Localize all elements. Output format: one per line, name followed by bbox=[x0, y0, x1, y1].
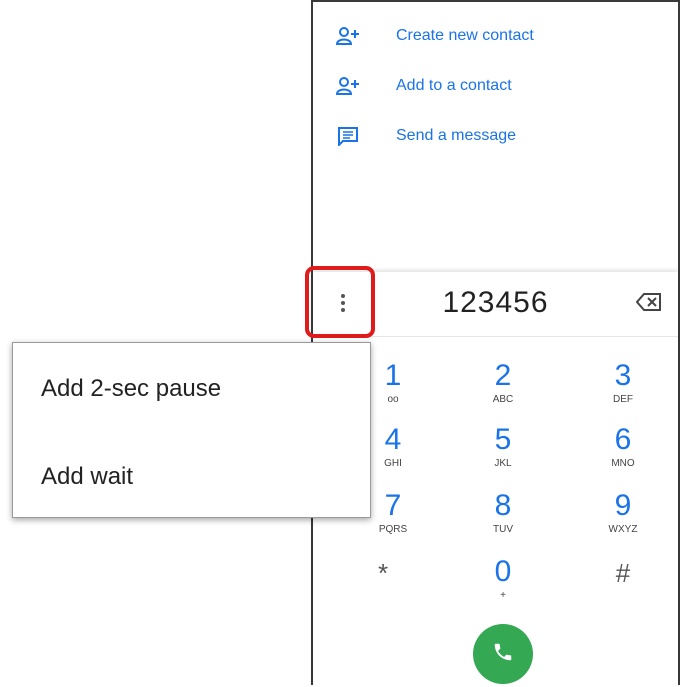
key-hash[interactable]: # bbox=[583, 556, 663, 618]
key-letters: DEF bbox=[613, 394, 633, 405]
key-symbol: # bbox=[615, 558, 631, 588]
key-8[interactable]: 8 TUV bbox=[463, 490, 543, 552]
add-to-contact-label: Add to a contact bbox=[396, 77, 512, 94]
key-6[interactable]: 6 MNO bbox=[583, 424, 663, 486]
create-new-contact-option[interactable]: Create new contact bbox=[335, 21, 534, 51]
phone-icon bbox=[492, 641, 514, 668]
key-letters: TUV bbox=[493, 524, 513, 535]
send-message-option[interactable]: Send a message bbox=[335, 121, 516, 151]
key-5[interactable]: 5 JKL bbox=[463, 424, 543, 486]
key-digit: 2 bbox=[494, 359, 512, 392]
key-digit: 8 bbox=[494, 489, 512, 522]
backspace-icon[interactable] bbox=[635, 292, 664, 314]
key-digit: 6 bbox=[614, 423, 632, 456]
key-digit: 9 bbox=[614, 489, 632, 522]
add-person-icon bbox=[335, 75, 361, 97]
key-9[interactable]: 9 WXYZ bbox=[583, 490, 663, 552]
message-icon bbox=[335, 125, 361, 147]
send-message-label: Send a message bbox=[396, 127, 517, 144]
overflow-popup-menu: Add 2-sec pause Add wait bbox=[12, 342, 371, 518]
key-letters: ABC bbox=[492, 394, 514, 405]
create-new-contact-label: Create new contact bbox=[396, 27, 534, 44]
key-3[interactable]: 3 DEF bbox=[583, 360, 663, 422]
key-letters: MNO bbox=[611, 458, 635, 469]
key-letters: JKL bbox=[494, 458, 512, 469]
menu-item-add-pause[interactable]: Add 2-sec pause bbox=[41, 369, 221, 409]
overflow-highlight-box bbox=[305, 266, 375, 338]
add-to-contact-option[interactable]: Add to a contact bbox=[335, 71, 512, 101]
key-letters: + bbox=[500, 590, 506, 601]
key-digit: 0 bbox=[494, 555, 512, 588]
call-button[interactable] bbox=[473, 624, 533, 684]
key-2[interactable]: 2 ABC bbox=[463, 360, 543, 422]
key-digit: 3 bbox=[614, 359, 632, 392]
key-digit: 5 bbox=[494, 423, 512, 456]
key-0[interactable]: 0 + bbox=[463, 556, 543, 618]
menu-item-add-wait[interactable]: Add wait bbox=[41, 457, 133, 497]
key-star[interactable]: * bbox=[343, 556, 423, 618]
key-letters: WXYZ bbox=[608, 524, 638, 535]
add-person-icon bbox=[335, 25, 361, 47]
key-symbol: * bbox=[377, 558, 389, 588]
key-letters: PQRS bbox=[378, 524, 408, 535]
